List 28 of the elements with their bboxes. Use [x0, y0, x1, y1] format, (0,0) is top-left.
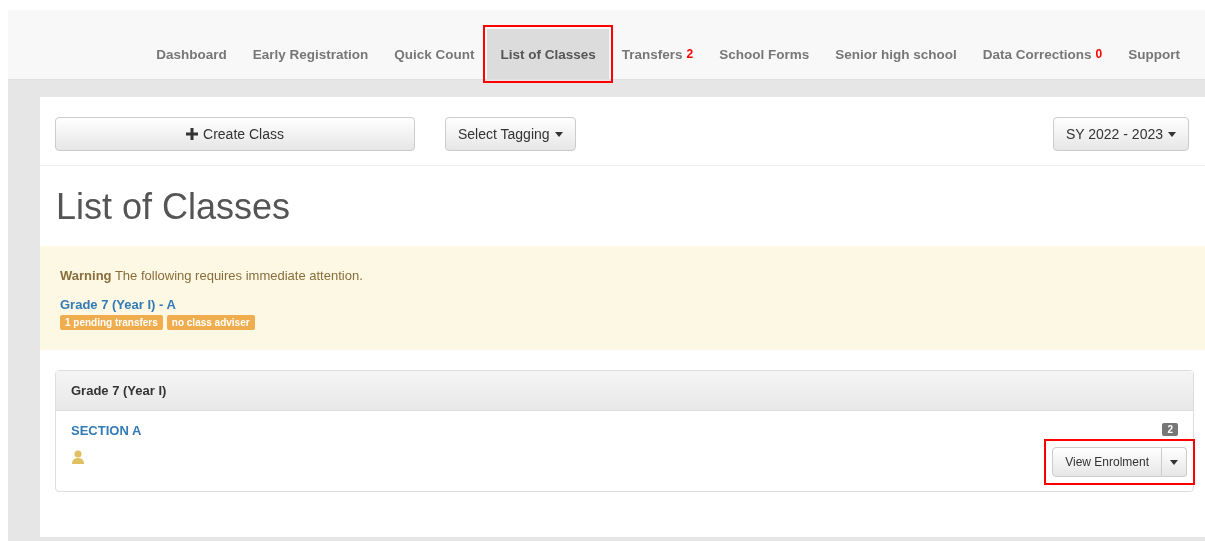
nav-item[interactable]: Dashboard: [143, 29, 240, 79]
caret-icon: [554, 131, 563, 137]
plus-icon: [186, 128, 199, 140]
nav-item[interactable]: Quick Count: [381, 29, 488, 79]
dropdown-toggle[interactable]: [1162, 447, 1187, 477]
panel-heading: Grade 7 (Year I): [56, 371, 1193, 411]
count: 0: [1095, 47, 1103, 61]
page-title: List of Classes: [55, 185, 292, 229]
nav-item[interactable]: Support: [1115, 29, 1193, 79]
user-icon: [71, 450, 85, 464]
view-enrolment-button[interactable]: View Enrolment: [1052, 447, 1162, 477]
school-year-dropdown[interactable]: SY 2022 - 2023: [1052, 117, 1189, 151]
caret-icon: [1170, 459, 1178, 465]
tag: no class adviser: [166, 315, 255, 330]
class-link[interactable]: Grade 7 (Year I) - A: [60, 297, 176, 312]
tag: 1 pending transfers: [60, 315, 163, 330]
caret-icon: [1168, 131, 1176, 137]
count: 2: [686, 47, 694, 61]
alert-text: Warning The following requires immediate attention.: [60, 268, 364, 283]
nav-item[interactable]: Early Registration: [239, 29, 382, 79]
nav-item[interactable]: Transfers 2: [608, 29, 707, 79]
nav-item[interactable]: Senior high school: [822, 29, 970, 79]
create-class-button[interactable]: Create Class: [55, 117, 415, 151]
tagging-dropdown[interactable]: Select Tagging: [445, 117, 576, 151]
nav-item[interactable]: Data Corrections 0: [969, 29, 1116, 79]
count-badge: 2: [1162, 423, 1178, 436]
nav-item[interactable]: School Forms: [706, 29, 823, 79]
section-link[interactable]: SECTION A: [71, 423, 142, 438]
